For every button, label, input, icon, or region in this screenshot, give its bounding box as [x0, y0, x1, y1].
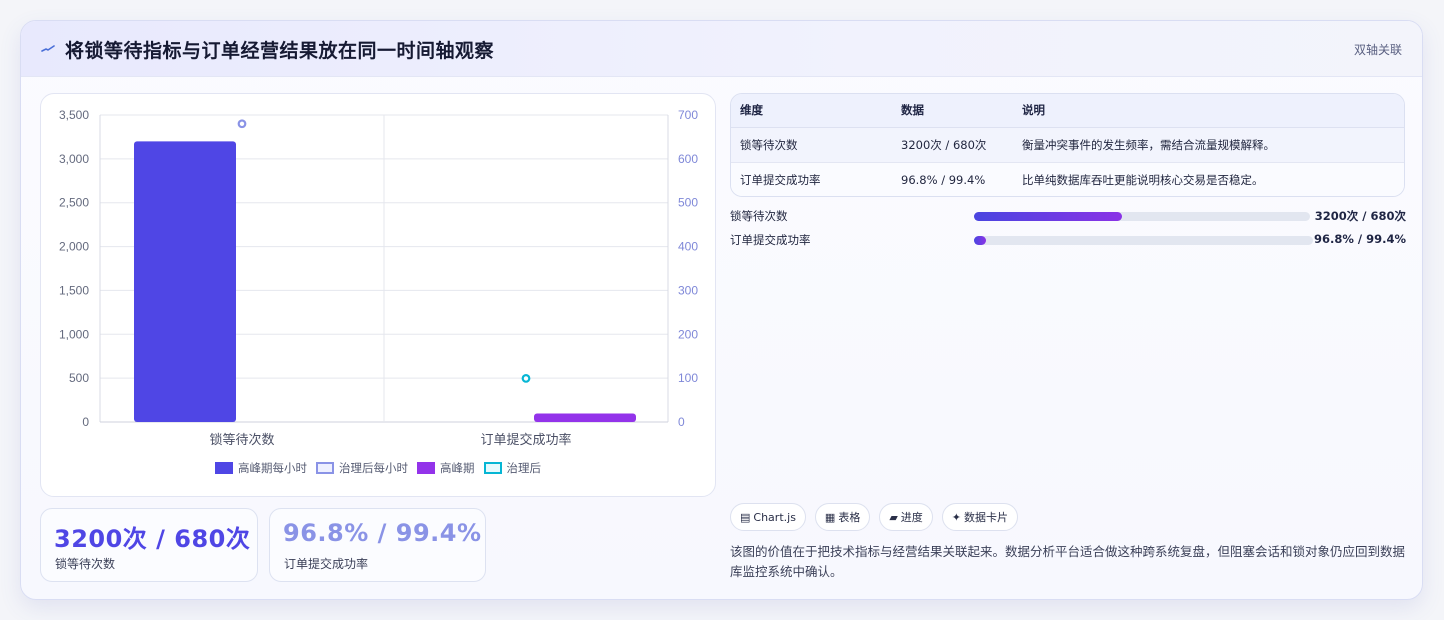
table-cell: 比单纯数据库吞吐更能说明核心交易是否稳定。 — [1013, 162, 1404, 196]
legend-swatch — [417, 462, 435, 474]
table-cell: 3200次 / 680次 — [892, 127, 1013, 163]
chart-point — [521, 374, 531, 383]
chart-bar — [534, 413, 636, 422]
tag-chartjs[interactable]: ▤ Chart.js — [730, 503, 806, 531]
tag-label: 进度 — [900, 511, 923, 524]
pulse-icon — [41, 45, 55, 52]
progress-value: 96.8% / 99.4% — [1314, 232, 1406, 246]
y-left-tick-label: 3,000 — [59, 152, 89, 166]
progress-label: 锁等待次数 — [730, 209, 788, 223]
description-text: 该图的价值在于把技术指标与经营结果关联起来。数据分析平台适合做这种跨系统复盘，但… — [730, 544, 1406, 579]
y-right-tick-label: 300 — [678, 283, 698, 297]
table-cell: 锁等待次数 — [731, 127, 892, 163]
tag-progress[interactable]: ▰ 进度 — [879, 503, 933, 531]
chart-legend: 高峰期每小时 治理后每小时 高峰期 治理后 — [41, 460, 715, 476]
tag-label: Chart.js — [753, 510, 796, 524]
chart-bar — [134, 141, 236, 423]
chart-point — [237, 119, 247, 129]
y-right-tick-label: 700 — [678, 108, 698, 122]
table-cell: 96.8% / 99.4% — [892, 162, 1013, 196]
legend-label: 高峰期 — [440, 461, 475, 475]
dual-axis-badge: 双轴关联 — [1353, 43, 1402, 57]
legend-swatch — [215, 462, 233, 474]
column-header-data: 数据 — [892, 94, 1013, 128]
column-header-dimension: 维度 — [731, 94, 892, 128]
chart-panel: 0 0 500 100 1,000 200 1,500 300 2,000 400 2,500 500… — [40, 93, 716, 497]
card-title: 将锁等待指标与订单经营结果放在同一时间轴观察 — [65, 40, 495, 62]
legend-item-peak[interactable]: 高峰期 — [417, 460, 475, 476]
chart-icon: ▤ — [740, 510, 751, 524]
legend-swatch — [483, 462, 502, 474]
tag-label: 数据卡片 — [964, 511, 1009, 524]
y-right-tick-label: 600 — [678, 152, 698, 166]
kpi-card-lock-wait: 3200次 / 680次 锁等待次数 — [40, 508, 258, 582]
table-row: 锁等待次数 3200次 / 680次 衡量冲突事件的发生频率，需结合流量规模解释… — [731, 127, 1404, 163]
kpi-card-order-success: 96.8% / 99.4% 订单提交成功率 — [269, 508, 486, 582]
table-cell: 订单提交成功率 — [731, 162, 892, 196]
kpi-label: 锁等待次数 — [55, 557, 116, 571]
progress-row-lock-wait: 锁等待次数 3200次 / 680次 — [730, 207, 1406, 225]
y-right-tick-label: 0 — [678, 415, 685, 429]
y-left-tick-label: 500 — [69, 371, 89, 385]
table-row: 订单提交成功率 96.8% / 99.4% 比单纯数据库吞吐更能说明核心交易是否… — [731, 162, 1404, 196]
feature-tags: ▤ Chart.js ▦ 表格 ▰ 进度 ✦ 数据卡片 — [730, 503, 1019, 531]
y-left-tick-label: 3,500 — [59, 108, 89, 122]
progress-track — [974, 212, 1310, 221]
tag-data-card[interactable]: ✦ 数据卡片 — [941, 503, 1019, 531]
data-table: 维度 数据 说明 锁等待次数 3200次 / 680次 衡量冲突事件的发生频率，… — [730, 93, 1405, 197]
analysis-card: 将锁等待指标与订单经营结果放在同一时间轴观察 双轴关联 0 0 500 100 1,00… — [20, 20, 1423, 600]
table-header-row: 维度 数据 说明 — [731, 94, 1404, 128]
x-tick-label: 订单提交成功率 — [480, 432, 571, 448]
table-icon: ▦ — [824, 510, 836, 524]
y-right-tick-label: 500 — [678, 196, 698, 210]
table-cell: 衡量冲突事件的发生频率，需结合流量规模解释。 — [1013, 127, 1404, 163]
y-left-tick-label: 1,000 — [59, 327, 89, 341]
legend-item-after[interactable]: 治理后 — [483, 460, 542, 476]
tag-label: 表格 — [838, 511, 861, 524]
progress-fill — [974, 236, 986, 245]
legend-label: 治理后每小时 — [339, 461, 408, 475]
y-left-tick-label: 0 — [82, 415, 89, 429]
kpi-value: 3200次 / 680次 — [54, 525, 251, 553]
tag-table[interactable]: ▦ 表格 — [814, 503, 871, 531]
progress-track — [974, 236, 1313, 245]
progress-label: 订单提交成功率 — [730, 233, 811, 247]
kpi-value: 96.8% / 99.4% — [283, 519, 482, 547]
y-right-tick-label: 400 — [678, 240, 698, 254]
progress-icon: ▰ — [889, 510, 898, 524]
y-left-tick-label: 2,500 — [59, 196, 89, 210]
legend-label: 治理后 — [506, 461, 542, 475]
y-left-tick-label: 2,000 — [59, 240, 89, 254]
x-tick-label: 锁等待次数 — [209, 432, 274, 448]
kpi-label: 订单提交成功率 — [284, 557, 369, 571]
y-right-tick-label: 100 — [678, 371, 698, 385]
y-right-tick-label: 200 — [678, 327, 698, 341]
y-left-tick-label: 1,500 — [59, 283, 89, 297]
legend-swatch — [316, 462, 334, 474]
legend-item-peak-hourly[interactable]: 高峰期每小时 — [215, 460, 307, 476]
card-header: 将锁等待指标与订单经营结果放在同一时间轴观察 双轴关联 — [21, 21, 1422, 77]
dual-axis-chart: 0 0 500 100 1,000 200 1,500 300 2,000 400 2,500 500… — [59, 108, 698, 448]
legend-label: 高峰期每小时 — [238, 461, 307, 475]
progress-value: 3200次 / 680次 — [1314, 209, 1406, 223]
legend-item-after-hourly[interactable]: 治理后每小时 — [316, 460, 408, 476]
progress-row-order-success: 订单提交成功率 96.8% / 99.4% — [730, 231, 1406, 249]
sparkle-icon: ✦ — [951, 510, 962, 524]
column-header-description: 说明 — [1013, 94, 1404, 128]
progress-fill — [974, 212, 1122, 221]
